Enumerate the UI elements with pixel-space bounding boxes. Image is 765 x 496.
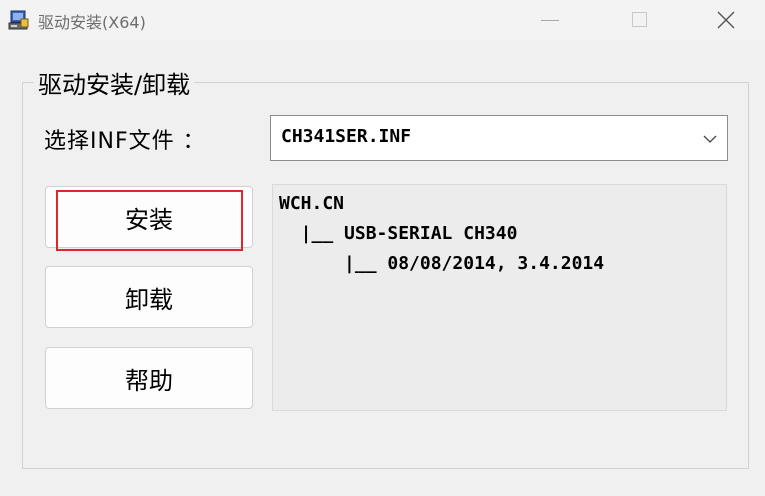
minimize-icon: [541, 20, 559, 21]
info-line-version: |__ 08/08/2014, 3.4.2014: [279, 253, 605, 274]
chevron-down-icon[interactable]: [703, 134, 717, 144]
minimize-button[interactable]: [498, 0, 559, 40]
inf-file-label: 选择INF文件 ：: [44, 129, 206, 154]
driver-installer-window: 驱动安装(X64) 驱动安装/卸载 选择INF文件 ： CH341SER.INF…: [0, 0, 765, 496]
driver-info-panel: WCH.CN |__ USB-SERIAL CH340 |__ 08/08/20…: [272, 184, 727, 411]
window-title: 驱动安装(X64): [38, 13, 146, 32]
inf-file-select[interactable]: CH341SER.INF: [270, 115, 728, 161]
uninstall-button[interactable]: 卸载: [45, 266, 253, 328]
group-title: 驱动安装/卸载: [34, 65, 195, 100]
uninstall-button-label: 卸载: [125, 285, 173, 314]
close-button[interactable]: [698, 0, 754, 40]
inf-file-selected-value: CH341SER.INF: [281, 126, 412, 147]
close-icon: [717, 11, 735, 29]
help-button-label: 帮助: [125, 366, 173, 395]
install-button-label: 安装: [125, 205, 173, 234]
title-bar[interactable]: 驱动安装(X64): [0, 0, 765, 40]
install-driver-icon: [8, 10, 29, 30]
help-button[interactable]: 帮助: [45, 347, 253, 409]
install-button[interactable]: 安装: [45, 186, 253, 248]
info-line-vendor: WCH.CN: [279, 193, 345, 214]
info-line-device: |__ USB-SERIAL CH340: [279, 223, 518, 244]
maximize-button[interactable]: [610, 0, 666, 40]
maximize-icon: [632, 12, 647, 27]
